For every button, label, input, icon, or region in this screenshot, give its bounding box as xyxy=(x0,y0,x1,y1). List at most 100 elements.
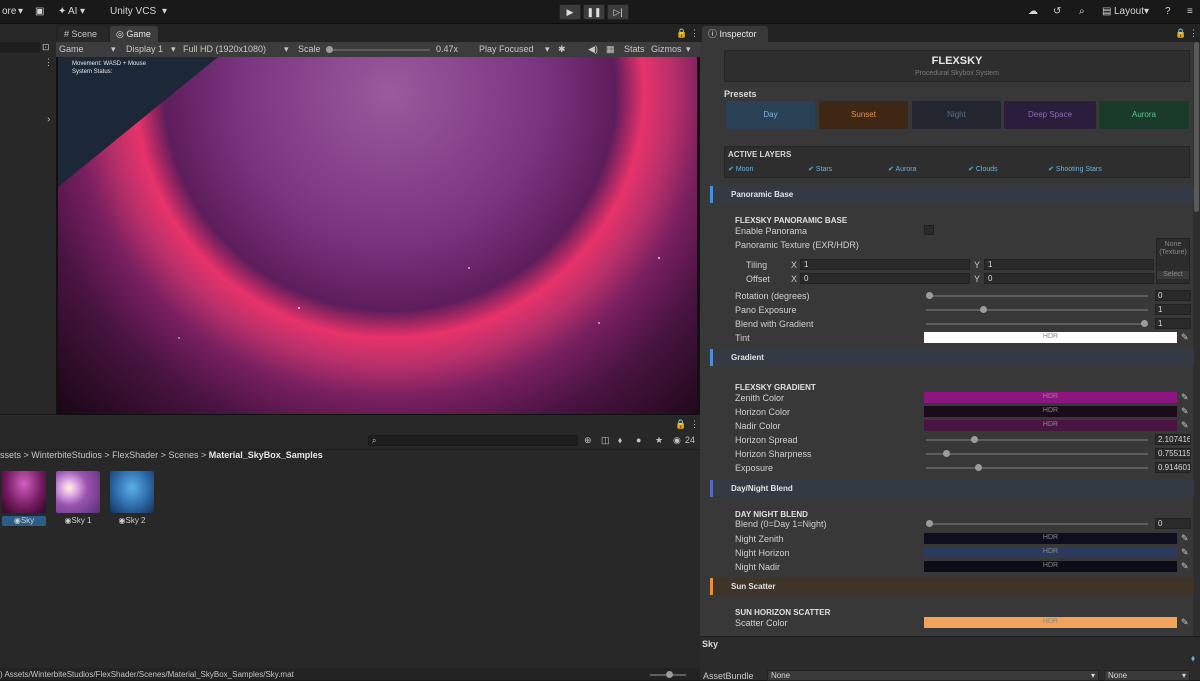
blend-gradient-value[interactable]: 1 xyxy=(1155,318,1191,329)
chevron-down-icon[interactable]: ▾ xyxy=(162,6,167,17)
scatter-color-swatch[interactable]: HDR xyxy=(924,617,1177,628)
tiling-x-input[interactable]: 1 xyxy=(800,259,970,270)
pause-button[interactable]: ❚❚ xyxy=(583,4,605,20)
section-gradient[interactable]: Gradient xyxy=(710,349,1194,366)
breadcrumb-item[interactable]: FlexShader xyxy=(112,450,158,460)
ai-menu[interactable]: AI xyxy=(68,6,77,17)
label-tag-icon[interactable]: ⬧ xyxy=(1191,653,1195,664)
section-sun-scatter[interactable]: Sun Scatter xyxy=(710,578,1194,595)
asset-thumbnail-sky[interactable] xyxy=(2,471,46,513)
chevron-down-icon[interactable]: ▾ xyxy=(1144,6,1149,17)
chevron-down-icon[interactable]: ▾ xyxy=(171,42,176,56)
tiling-y-input[interactable]: 1 xyxy=(984,259,1154,270)
favorite-icon[interactable]: ★ xyxy=(655,435,663,446)
lock-icon[interactable]: 🔒 xyxy=(676,28,687,39)
pano-exposure-value[interactable]: 1 xyxy=(1155,304,1191,315)
step-button[interactable]: ▷| xyxy=(607,4,629,20)
rotation-slider[interactable] xyxy=(926,292,1148,299)
scale-slider[interactable] xyxy=(326,46,430,53)
keyboard-icon[interactable]: ▦ xyxy=(606,42,615,56)
asset-thumbnail-sky-2[interactable] xyxy=(110,471,154,513)
exposure-value[interactable]: 0.914601 xyxy=(1155,462,1191,473)
eye-icon[interactable]: ◉ xyxy=(673,435,681,446)
eyedropper-icon[interactable]: ✎ xyxy=(1181,617,1189,628)
tab-scene[interactable]: # Scene xyxy=(58,26,108,43)
eyedropper-icon[interactable]: ✎ xyxy=(1181,392,1189,403)
day-night-blend-value[interactable]: 0 xyxy=(1155,518,1191,529)
day-night-blend-slider[interactable] xyxy=(926,520,1148,527)
stats-button[interactable]: Stats xyxy=(624,42,645,56)
horizon-spread-value[interactable]: 2.107416 xyxy=(1155,434,1191,445)
more-options-icon[interactable]: ⋮ xyxy=(1189,28,1198,39)
warning-icon[interactable]: ● xyxy=(636,435,641,445)
horizon-sharpness-slider[interactable] xyxy=(926,450,1148,457)
eyedropper-icon[interactable]: ✎ xyxy=(1181,561,1189,572)
more-options-icon[interactable]: ⋮ xyxy=(690,28,699,39)
horizon-color-swatch[interactable]: HDR xyxy=(924,406,1177,417)
tab-inspector[interactable]: ⓘ Inspector xyxy=(702,26,768,43)
offset-x-input[interactable]: 0 xyxy=(800,273,970,284)
preset-deep-space-button[interactable]: Deep Space xyxy=(1004,101,1096,129)
asset-thumbnail-sky-1[interactable] xyxy=(56,471,100,513)
lock-icon[interactable]: 🔒 xyxy=(675,419,686,430)
game-mode-dropdown[interactable]: Game xyxy=(59,42,84,56)
asset-label-sky-2[interactable]: ◉Sky 2 xyxy=(110,516,154,526)
lock-icon[interactable]: 🔒 xyxy=(1175,28,1186,39)
chevron-down-icon[interactable]: ▾ xyxy=(284,42,289,56)
thumbnail-size-slider[interactable] xyxy=(650,671,686,678)
offset-y-input[interactable]: 0 xyxy=(984,273,1154,284)
audio-icon[interactable]: ◀) xyxy=(588,42,598,56)
chevron-right-icon[interactable]: › xyxy=(47,114,50,125)
texture-select-button[interactable]: Select xyxy=(1157,271,1189,279)
section-panoramic-base[interactable]: Panoramic Base xyxy=(710,186,1194,203)
pano-exposure-slider-handle[interactable] xyxy=(979,306,987,313)
eyedropper-icon[interactable]: ✎ xyxy=(1181,406,1189,417)
enable-panorama-checkbox[interactable] xyxy=(924,225,934,235)
preset-night-button[interactable]: Night xyxy=(912,101,1001,129)
eyedropper-icon[interactable]: ✎ xyxy=(1181,332,1189,343)
chevron-down-icon[interactable]: ▾ xyxy=(686,42,691,56)
layer-toggle-clouds[interactable]: ✔ Clouds xyxy=(968,165,998,173)
chevron-down-icon[interactable]: ▾ xyxy=(545,42,550,56)
layer-toggle-aurora[interactable]: ✔ Aurora xyxy=(888,165,916,173)
layout-menu[interactable]: Layout xyxy=(1114,6,1144,17)
breadcrumb-item[interactable]: Scenes xyxy=(168,450,198,460)
assetbundle-variant-dropdown[interactable]: None ▾ xyxy=(1104,670,1190,681)
thumbnail-size-handle[interactable] xyxy=(666,671,673,678)
section-day-night-blend[interactable]: Day/Night Blend xyxy=(710,480,1194,497)
rotation-slider-handle[interactable] xyxy=(926,292,933,299)
zenith-color-swatch[interactable]: HDR xyxy=(924,392,1177,403)
file-menu[interactable]: ore xyxy=(2,6,16,17)
chevron-down-icon[interactable]: ▾ xyxy=(111,42,116,56)
gizmos-button[interactable]: Gizmos xyxy=(651,42,682,56)
night-nadir-swatch[interactable]: HDR xyxy=(924,561,1177,572)
inspector-scrollbar[interactable] xyxy=(1193,42,1200,636)
horizon-spread-slider[interactable] xyxy=(926,436,1148,443)
nadir-color-swatch[interactable]: HDR xyxy=(924,420,1177,431)
resolution-dropdown[interactable]: Full HD (1920x1080) xyxy=(183,42,266,56)
breadcrumb-current[interactable]: Material_SkyBox_Samples xyxy=(209,450,323,460)
label-filter-icon[interactable]: ⬧ xyxy=(618,435,622,446)
preset-day-button[interactable]: Day xyxy=(726,101,815,129)
tab-game[interactable]: ◎ Game xyxy=(110,26,158,43)
preset-sunset-button[interactable]: Sunset xyxy=(819,101,908,129)
package-icon[interactable]: ▣ xyxy=(35,6,44,17)
layer-toggle-moon[interactable]: ✔ Moon xyxy=(728,165,753,173)
hierarchy-search-input[interactable] xyxy=(0,42,40,53)
asset-label-sky[interactable]: ◉Sky xyxy=(2,516,46,526)
tint-color-swatch[interactable]: HDR xyxy=(924,332,1177,343)
breadcrumb-item[interactable]: ssets xyxy=(0,450,21,460)
help-icon[interactable]: ? xyxy=(1165,6,1171,17)
eyedropper-icon[interactable]: ✎ xyxy=(1181,533,1189,544)
panoramic-texture-slot[interactable]: None (Texture) Select xyxy=(1156,238,1190,284)
type-filter-icon[interactable]: ◫ xyxy=(601,435,610,446)
history-icon[interactable]: ↺ xyxy=(1053,6,1061,17)
scrollbar-thumb[interactable] xyxy=(1194,42,1199,212)
blend-gradient-slider-handle[interactable] xyxy=(1141,320,1148,327)
night-horizon-swatch[interactable]: HDR xyxy=(924,547,1177,558)
breadcrumb-item[interactable]: WinterbiteStudios xyxy=(31,450,102,460)
search-icon[interactable]: ⌕ xyxy=(1079,6,1085,17)
bug-icon[interactable]: ✱ xyxy=(558,42,566,56)
eyedropper-icon[interactable]: ✎ xyxy=(1181,547,1189,558)
night-zenith-swatch[interactable]: HDR xyxy=(924,533,1177,544)
